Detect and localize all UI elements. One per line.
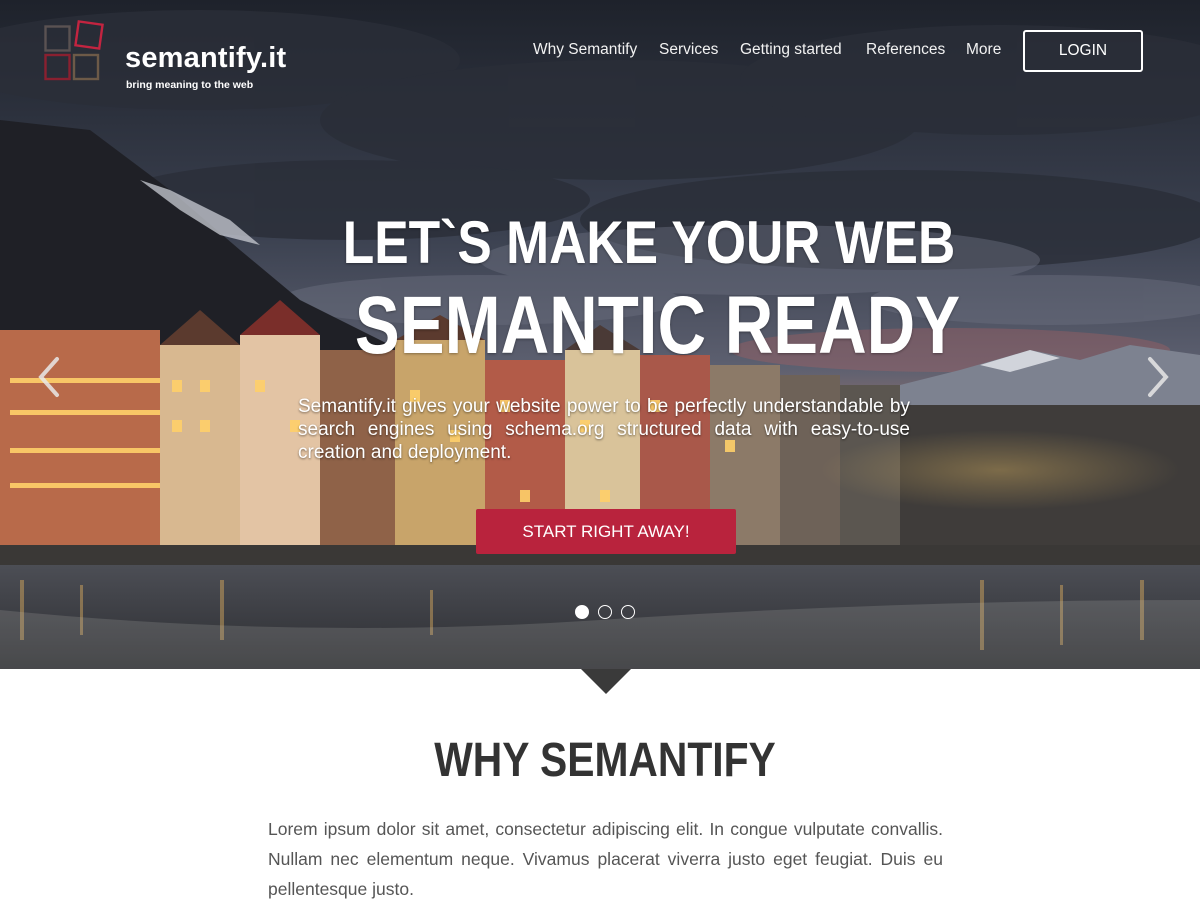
nav-item-getting-started[interactable]: Getting started (740, 41, 842, 59)
carousel-dot-2[interactable] (598, 605, 612, 619)
start-right-away-button[interactable]: START RIGHT AWAY! (476, 509, 736, 554)
carousel-dot-3[interactable] (621, 605, 635, 619)
why-section-title: WHY SEMANTIFY (434, 734, 776, 787)
login-button[interactable]: LOGIN (1023, 30, 1143, 72)
carousel-indicators (575, 605, 637, 620)
hero-title-line2: SEMANTIC READY (354, 280, 961, 371)
brand-logo[interactable]: semantify.it bring meaning to the web (44, 20, 314, 91)
brand-tagline: bring meaning to the web (126, 79, 254, 91)
chevron-right-icon[interactable] (1142, 355, 1172, 399)
carousel-dot-1[interactable] (575, 605, 589, 619)
why-section-text: Lorem ipsum dolor sit amet, consectetur … (268, 819, 943, 899)
section-pointer-arrow (581, 669, 631, 694)
hero-description: Semantify.it gives your website power to… (298, 396, 910, 463)
hero-carousel: semantify.it bring meaning to the web Wh… (0, 0, 1200, 669)
nav-item-services[interactable]: Services (659, 41, 718, 59)
brand-name: semantify.it (125, 42, 287, 74)
logo-squares-icon (44, 20, 104, 81)
hero-title-line1: LET`S MAKE YOUR WEB (342, 209, 956, 276)
nav-item-references[interactable]: References (866, 41, 945, 59)
nav-item-more[interactable]: More (966, 41, 1001, 59)
nav-item-why-semantify[interactable]: Why Semantify (533, 41, 637, 59)
chevron-left-icon[interactable] (35, 355, 65, 399)
